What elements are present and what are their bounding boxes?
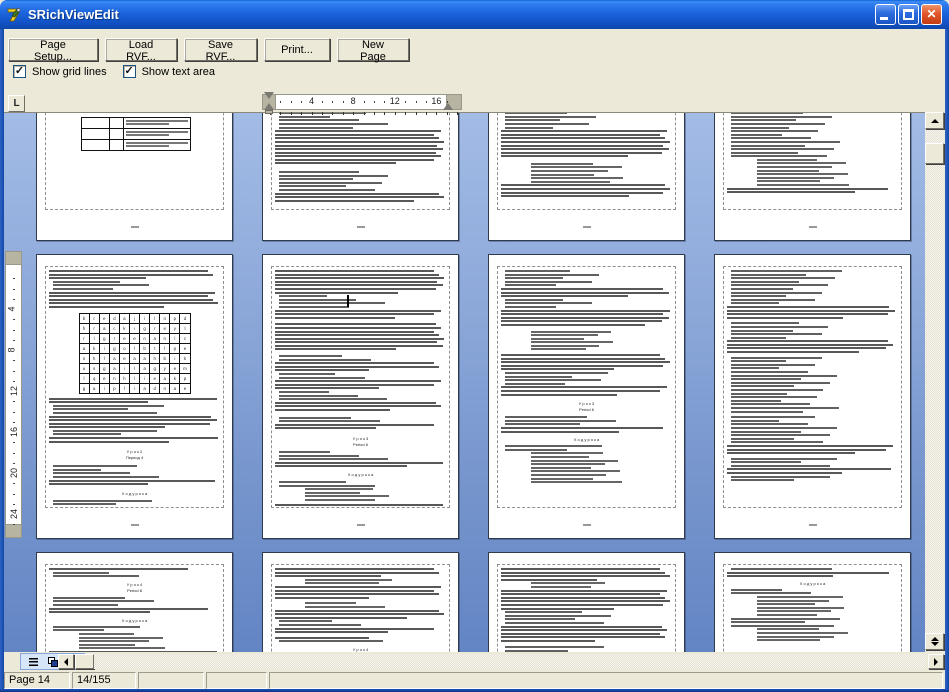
- right-indent-marker[interactable]: [443, 103, 453, 110]
- status-panel: [206, 672, 267, 689]
- page-text-area: [271, 112, 450, 210]
- horizontal-scrollbar-thumb[interactable]: [75, 654, 94, 669]
- ruler-number: 4: [7, 306, 17, 311]
- letter-grid-table: bredajilnpdhrackigreylrlgreenanlcakigolb…: [79, 313, 191, 394]
- ruler-number: 24: [9, 509, 19, 519]
- page-number: [357, 524, 365, 526]
- vertical-ruler[interactable]: 4 8 12 16 20 24: [5, 251, 22, 538]
- ruler-number: 16: [431, 96, 441, 106]
- document-page[interactable]: [488, 112, 685, 241]
- page-text-area: У р о к 4: [497, 564, 676, 652]
- ruler-number: 8: [7, 347, 17, 352]
- page-number: [809, 226, 817, 228]
- document-page[interactable]: bredajilnpdhrackigreylrlgreenanlcakigolb…: [36, 254, 233, 539]
- document-page[interactable]: Х о д у р о к а: [714, 552, 911, 652]
- left-indent-marker[interactable]: [265, 110, 273, 114]
- status-page-fraction: 14/155: [72, 672, 136, 689]
- page-text-area: У р о к 4Period 8Х о д у р о к а: [45, 564, 224, 652]
- page-text-area: [497, 112, 676, 210]
- page-text-area: У р о к 3Period 6Х о д у р о к а: [271, 266, 450, 508]
- document-page[interactable]: [714, 254, 911, 539]
- app-icon: [6, 6, 24, 24]
- close-button[interactable]: ✕: [921, 4, 942, 25]
- document-page[interactable]: У р о к 3Period 6Х о д у р о к а: [488, 254, 685, 539]
- ruler-bottom-cap: [5, 524, 22, 538]
- status-panel: [138, 672, 204, 689]
- page-setup-button[interactable]: Page Setup...: [8, 38, 98, 61]
- window-border-right: [945, 29, 949, 692]
- save-rvf-button[interactable]: Save RVF...: [184, 38, 257, 61]
- new-page-button[interactable]: New Page: [337, 38, 409, 61]
- status-page-label: Page 14: [4, 672, 70, 689]
- page-text-area: [723, 266, 902, 508]
- window-title: SRichViewEdit: [28, 7, 875, 22]
- app-window: SRichViewEdit ✕ Page Setup... Load RVF...…: [0, 0, 949, 692]
- vertical-scrollbar-thumb[interactable]: [925, 143, 944, 164]
- show-grid-lines-checkbox[interactable]: ✓ Show grid lines: [13, 65, 107, 78]
- page-text-area: [723, 112, 902, 210]
- page-text-area: У р о к 4: [271, 564, 450, 652]
- print-button[interactable]: Print...: [264, 38, 330, 61]
- ruler-number: 16: [9, 427, 19, 437]
- document-preview-canvas[interactable]: 4 8 12 16 20 24 bredajilnpdhrackigreylrlgreen…: [4, 112, 925, 652]
- horizontal-ruler[interactable]: 4 8 12 16: [262, 92, 462, 117]
- hanging-indent-marker[interactable]: [264, 103, 274, 110]
- page-number: [131, 226, 139, 228]
- page-table: [81, 117, 190, 151]
- page-text-area: bredajilnpdhrackigreylrlgreenanlcakigolb…: [45, 266, 224, 508]
- document-page[interactable]: У р о к 4: [488, 552, 685, 652]
- scroll-left-button[interactable]: [58, 654, 74, 669]
- bottom-bar: [4, 652, 945, 672]
- title-bar: SRichViewEdit ✕: [0, 0, 949, 29]
- scroll-jump-button[interactable]: [925, 633, 944, 650]
- show-text-area-checkbox[interactable]: ✓ Show text area: [123, 65, 215, 78]
- document-page[interactable]: У р о к 4Period 8Х о д у р о к а: [36, 552, 233, 652]
- load-rvf-button[interactable]: Load RVF...: [105, 38, 177, 61]
- scroll-up-button[interactable]: [925, 112, 944, 129]
- pages-view-icon: [48, 657, 58, 667]
- ruler-number: 12: [9, 386, 19, 396]
- view-mode-list-button[interactable]: [26, 655, 41, 669]
- tab-selector-button[interactable]: L: [8, 95, 25, 112]
- document-page[interactable]: [36, 112, 233, 241]
- document-page[interactable]: У р о к 4: [262, 552, 459, 652]
- page-text-area: У р о к 3Period 6Х о д у р о к а: [497, 266, 676, 508]
- status-bar: Page 1414/155: [4, 672, 945, 689]
- checkbox-label: Show text area: [142, 66, 215, 78]
- horizontal-scrollbar-track[interactable]: [94, 654, 926, 669]
- minimize-button[interactable]: [875, 4, 896, 25]
- text-caret: [347, 295, 349, 307]
- page-number: [357, 226, 365, 228]
- list-view-icon: [29, 658, 38, 666]
- document-page[interactable]: [262, 112, 459, 241]
- ruler-number: 12: [390, 96, 400, 106]
- scroll-right-button[interactable]: [928, 654, 944, 669]
- first-line-indent-marker[interactable]: [264, 92, 274, 99]
- ruler-number: 8: [351, 96, 356, 106]
- toolbar: Page Setup... Load RVF... Save RVF... Print…: [4, 29, 945, 112]
- page-text-area: [45, 112, 224, 210]
- page-number: [583, 524, 591, 526]
- document-page[interactable]: [714, 112, 911, 241]
- checkbox-check-icon: ✓: [13, 65, 26, 78]
- status-panel: [269, 672, 943, 689]
- checkbox-check-icon: ✓: [123, 65, 136, 78]
- maximize-button[interactable]: [898, 4, 919, 25]
- ruler-number: 4: [309, 96, 314, 106]
- page-number: [809, 524, 817, 526]
- vertical-scrollbar[interactable]: [925, 112, 944, 652]
- window-border-left: [0, 29, 4, 692]
- page-number: [131, 524, 139, 526]
- checkbox-label: Show grid lines: [32, 66, 107, 78]
- page-number: [583, 226, 591, 228]
- document-page-current[interactable]: У р о к 3Period 6Х о д у р о к а: [262, 254, 459, 539]
- ruler-number: 20: [9, 468, 19, 478]
- page-text-area: Х о д у р о к а: [723, 564, 902, 652]
- ruler-top-cap: [5, 251, 22, 265]
